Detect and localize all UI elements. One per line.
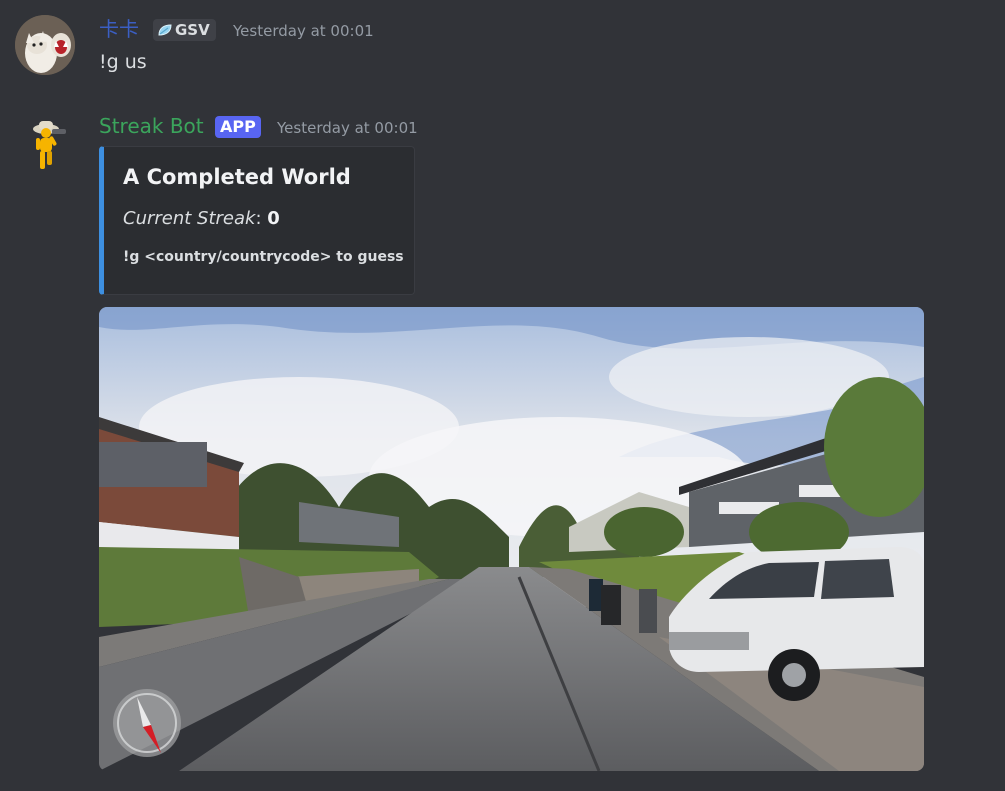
street-view-image[interactable] — [99, 307, 924, 771]
chat-log: 卡卡 GSV Yesterday at 00:01 !g us Streak B… — [0, 0, 1005, 791]
app-badge: APP — [215, 116, 261, 138]
streak-separator: : — [255, 208, 268, 229]
user-avatar[interactable] — [15, 15, 75, 75]
message-timestamp[interactable]: Yesterday at 00:01 — [277, 118, 418, 138]
streak-value: 0 — [267, 208, 280, 229]
cat-avatar-icon — [15, 15, 75, 75]
author-name[interactable]: 卡卡 — [99, 16, 139, 42]
clan-tag[interactable]: GSV — [153, 19, 216, 41]
bot-avatar[interactable] — [15, 113, 75, 173]
embed-footer: !g <country/countrycode> to guess — [123, 249, 404, 265]
pegman-explorer-icon — [33, 121, 66, 169]
embed-description: Current Streak: 0 — [123, 208, 280, 229]
street-view-photo-icon — [99, 307, 924, 771]
message-timestamp[interactable]: Yesterday at 00:01 — [233, 21, 374, 41]
message-content: !g us — [99, 51, 147, 73]
author-name[interactable]: Streak Bot — [99, 113, 204, 139]
bot-embed: A Completed World Current Streak: 0 !g <… — [99, 146, 415, 295]
clan-leaf-icon — [158, 24, 172, 36]
clan-tag-label: GSV — [175, 21, 210, 39]
message-user: 卡卡 GSV Yesterday at 00:01 !g us — [0, 0, 1005, 100]
embed-title: A Completed World — [123, 165, 351, 189]
streak-label: Current Streak — [123, 208, 256, 229]
